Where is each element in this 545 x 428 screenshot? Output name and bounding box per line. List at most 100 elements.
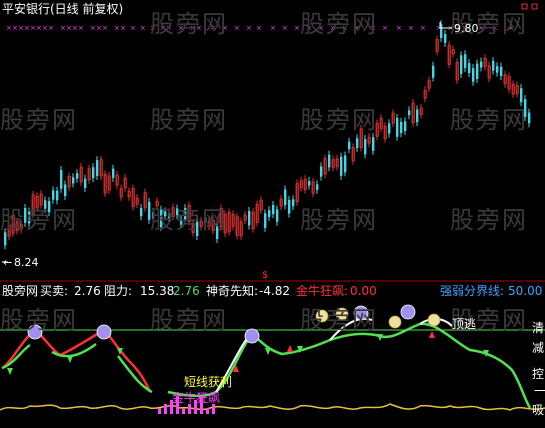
watermark: 股旁网 <box>450 206 528 234</box>
x-marker: × <box>130 24 136 32</box>
magenta-bar <box>212 404 215 414</box>
candle-body <box>84 178 87 188</box>
x-marker: × <box>90 24 96 32</box>
candle-body <box>92 167 95 179</box>
x-marker: × <box>256 24 262 32</box>
watermark: 股旁网 <box>150 10 228 38</box>
watermark: 股旁网 <box>300 306 378 334</box>
x-marker: × <box>420 24 426 32</box>
candle-body <box>272 205 275 215</box>
x-marker: × <box>408 24 414 32</box>
candle-body <box>268 210 271 217</box>
x-marker: × <box>66 24 72 32</box>
yellow-bottom-line <box>0 403 545 411</box>
magenta-bar <box>182 408 185 414</box>
face-icon <box>244 328 260 344</box>
candle-body <box>388 123 391 134</box>
right-label-5: 吸 <box>532 403 545 417</box>
x-marker: × <box>246 24 252 32</box>
x-marker: × <box>30 24 36 32</box>
dollar-marker: $ <box>262 270 269 281</box>
down-arrow-icon <box>7 368 13 375</box>
top-escape-annotation: 顶逃 <box>452 317 477 331</box>
x-marker: × <box>102 24 108 32</box>
price-low-label: 8.24 <box>14 256 39 269</box>
x-marker: × <box>234 24 240 32</box>
x-markers-group: × × × × × × × × × × × × × × × × × × × × × × × × × × × × × × × × × × × × × × × ×… <box>6 24 514 32</box>
candle-body <box>112 168 115 178</box>
candle-body <box>492 61 495 71</box>
x-marker: × <box>12 24 18 32</box>
right-label-3: 控 <box>532 367 545 381</box>
candle-body <box>288 200 291 214</box>
candle-body <box>264 213 267 228</box>
candle-body <box>292 199 295 207</box>
face-icon <box>96 324 112 340</box>
candle-body <box>444 34 447 43</box>
candle-body <box>476 63 479 79</box>
watermark: 股旁网 <box>150 306 228 334</box>
x-marker: × <box>382 24 388 32</box>
indicator-name: 股旁网 <box>2 284 39 298</box>
up-arrow-icon <box>429 331 435 338</box>
watermark: 股旁网 <box>300 10 378 38</box>
candle-body <box>404 121 407 131</box>
down-arrow-icon <box>67 356 73 363</box>
candle-body <box>72 177 75 184</box>
foresight-value: -4.82 <box>259 284 291 298</box>
candle-body <box>480 61 483 68</box>
money-bag-icon <box>427 313 441 327</box>
right-label-4: 一 <box>534 384 545 398</box>
watermark: 股旁网 <box>0 206 78 234</box>
price-high-label: 9.80 <box>454 22 479 35</box>
golden-bull-label: 金牛狂飙: <box>296 284 349 298</box>
candle-body <box>400 122 403 134</box>
x-marker: × <box>42 24 48 32</box>
window-control-box-2 <box>531 3 538 10</box>
candle-body <box>472 68 475 82</box>
candle-body <box>464 54 467 69</box>
candle-body <box>316 184 319 190</box>
candle-body <box>372 137 375 151</box>
candle-body <box>60 170 63 189</box>
x-marker: × <box>120 24 126 32</box>
strength-line-label: 强弱分界线: <box>440 284 505 298</box>
x-marker: × <box>396 24 402 32</box>
buy-sell-label: 买卖: <box>40 284 69 298</box>
candle-body <box>340 156 343 176</box>
candle-body <box>468 63 471 74</box>
candle-body <box>344 155 347 173</box>
x-marker: × <box>24 24 30 32</box>
golden-bull-annotation: 金牛狂飙 <box>172 391 221 405</box>
x-marker: × <box>78 24 84 32</box>
candle-body <box>52 190 55 200</box>
right-label-2: 减 <box>532 341 545 355</box>
indicator-icons <box>7 304 489 375</box>
x-marker: × <box>294 24 300 32</box>
chart-title: 平安银行(日线 前复权) <box>2 2 124 16</box>
x-marker: × <box>48 24 54 32</box>
green-curve <box>1 322 532 409</box>
watermark: 股旁网 <box>150 206 228 234</box>
face-icon <box>400 304 416 320</box>
candle-body <box>356 138 359 148</box>
candle-body <box>64 184 67 197</box>
candle-body <box>408 110 411 116</box>
foresight-label: 神奇先知: <box>206 284 259 298</box>
right-label-1: 清 <box>532 321 545 335</box>
x-marker: × <box>6 24 12 32</box>
watermark: 股旁网 <box>300 206 378 234</box>
magenta-bar <box>206 408 209 414</box>
candle-body <box>528 112 531 124</box>
magenta-bar <box>158 408 161 414</box>
up-arrow-icon <box>287 345 293 352</box>
candle-body <box>496 66 499 73</box>
candle-body <box>308 181 311 186</box>
candle-body <box>396 117 399 137</box>
watermark: 股旁网 <box>300 106 378 134</box>
x-marker: × <box>140 24 146 32</box>
candle-body <box>56 190 59 201</box>
x-marker: × <box>72 24 78 32</box>
magenta-bar <box>188 404 191 414</box>
candle-body <box>328 154 331 168</box>
